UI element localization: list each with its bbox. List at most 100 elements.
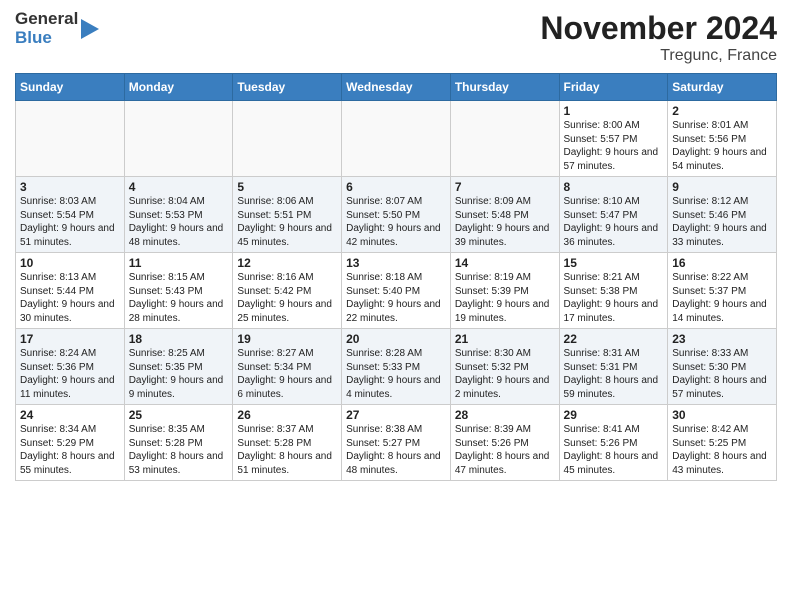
day-info: Sunrise: 8:16 AM Sunset: 5:42 PM Dayligh… — [237, 271, 337, 325]
day-info: Sunrise: 8:04 AM Sunset: 5:53 PM Dayligh… — [129, 195, 229, 249]
day-number: 20 — [346, 332, 446, 346]
weekday-header-thursday: Thursday — [450, 74, 559, 101]
day-info: Sunrise: 8:27 AM Sunset: 5:34 PM Dayligh… — [237, 347, 337, 401]
day-number: 25 — [129, 408, 229, 422]
day-info: Sunrise: 8:19 AM Sunset: 5:39 PM Dayligh… — [455, 271, 555, 325]
calendar-cell: 11Sunrise: 8:15 AM Sunset: 5:43 PM Dayli… — [124, 253, 233, 329]
day-number: 2 — [672, 104, 772, 118]
calendar-cell: 25Sunrise: 8:35 AM Sunset: 5:28 PM Dayli… — [124, 405, 233, 481]
weekday-header-wednesday: Wednesday — [342, 74, 451, 101]
calendar-week-3: 10Sunrise: 8:13 AM Sunset: 5:44 PM Dayli… — [16, 253, 777, 329]
day-number: 19 — [237, 332, 337, 346]
day-info: Sunrise: 8:30 AM Sunset: 5:32 PM Dayligh… — [455, 347, 555, 401]
day-info: Sunrise: 8:37 AM Sunset: 5:28 PM Dayligh… — [237, 423, 337, 477]
calendar-cell: 30Sunrise: 8:42 AM Sunset: 5:25 PM Dayli… — [668, 405, 777, 481]
weekday-header-tuesday: Tuesday — [233, 74, 342, 101]
day-number: 1 — [564, 104, 664, 118]
calendar-cell: 17Sunrise: 8:24 AM Sunset: 5:36 PM Dayli… — [16, 329, 125, 405]
calendar-cell — [16, 101, 125, 177]
day-info: Sunrise: 8:41 AM Sunset: 5:26 PM Dayligh… — [564, 423, 664, 477]
calendar-cell — [342, 101, 451, 177]
calendar-cell: 18Sunrise: 8:25 AM Sunset: 5:35 PM Dayli… — [124, 329, 233, 405]
calendar-week-2: 3Sunrise: 8:03 AM Sunset: 5:54 PM Daylig… — [16, 177, 777, 253]
calendar-cell: 27Sunrise: 8:38 AM Sunset: 5:27 PM Dayli… — [342, 405, 451, 481]
day-info: Sunrise: 8:33 AM Sunset: 5:30 PM Dayligh… — [672, 347, 772, 401]
calendar-cell: 8Sunrise: 8:10 AM Sunset: 5:47 PM Daylig… — [559, 177, 668, 253]
calendar-cell: 28Sunrise: 8:39 AM Sunset: 5:26 PM Dayli… — [450, 405, 559, 481]
day-number: 4 — [129, 180, 229, 194]
day-number: 29 — [564, 408, 664, 422]
calendar-cell: 1Sunrise: 8:00 AM Sunset: 5:57 PM Daylig… — [559, 101, 668, 177]
day-info: Sunrise: 8:31 AM Sunset: 5:31 PM Dayligh… — [564, 347, 664, 401]
calendar-cell: 3Sunrise: 8:03 AM Sunset: 5:54 PM Daylig… — [16, 177, 125, 253]
day-number: 18 — [129, 332, 229, 346]
day-info: Sunrise: 8:39 AM Sunset: 5:26 PM Dayligh… — [455, 423, 555, 477]
calendar-cell: 19Sunrise: 8:27 AM Sunset: 5:34 PM Dayli… — [233, 329, 342, 405]
title-block: November 2024 Tregunc, France — [540, 10, 777, 65]
calendar-week-1: 1Sunrise: 8:00 AM Sunset: 5:57 PM Daylig… — [16, 101, 777, 177]
day-number: 5 — [237, 180, 337, 194]
calendar-cell: 23Sunrise: 8:33 AM Sunset: 5:30 PM Dayli… — [668, 329, 777, 405]
weekday-header-monday: Monday — [124, 74, 233, 101]
day-number: 3 — [20, 180, 120, 194]
day-number: 8 — [564, 180, 664, 194]
calendar-cell: 14Sunrise: 8:19 AM Sunset: 5:39 PM Dayli… — [450, 253, 559, 329]
calendar-cell: 9Sunrise: 8:12 AM Sunset: 5:46 PM Daylig… — [668, 177, 777, 253]
day-info: Sunrise: 8:34 AM Sunset: 5:29 PM Dayligh… — [20, 423, 120, 477]
calendar-cell: 15Sunrise: 8:21 AM Sunset: 5:38 PM Dayli… — [559, 253, 668, 329]
day-info: Sunrise: 8:15 AM Sunset: 5:43 PM Dayligh… — [129, 271, 229, 325]
weekday-header-row: SundayMondayTuesdayWednesdayThursdayFrid… — [16, 74, 777, 101]
day-number: 11 — [129, 256, 229, 270]
day-number: 12 — [237, 256, 337, 270]
calendar-cell — [450, 101, 559, 177]
day-number: 15 — [564, 256, 664, 270]
day-info: Sunrise: 8:10 AM Sunset: 5:47 PM Dayligh… — [564, 195, 664, 249]
calendar-week-4: 17Sunrise: 8:24 AM Sunset: 5:36 PM Dayli… — [16, 329, 777, 405]
day-number: 30 — [672, 408, 772, 422]
calendar-cell: 4Sunrise: 8:04 AM Sunset: 5:53 PM Daylig… — [124, 177, 233, 253]
calendar-cell: 5Sunrise: 8:06 AM Sunset: 5:51 PM Daylig… — [233, 177, 342, 253]
logo: General Blue — [15, 10, 99, 47]
day-info: Sunrise: 8:42 AM Sunset: 5:25 PM Dayligh… — [672, 423, 772, 477]
weekday-header-saturday: Saturday — [668, 74, 777, 101]
page: General Blue November 2024 Tregunc, Fran… — [0, 0, 792, 491]
calendar-table: SundayMondayTuesdayWednesdayThursdayFrid… — [15, 73, 777, 481]
calendar-cell: 7Sunrise: 8:09 AM Sunset: 5:48 PM Daylig… — [450, 177, 559, 253]
calendar-cell: 6Sunrise: 8:07 AM Sunset: 5:50 PM Daylig… — [342, 177, 451, 253]
day-number: 24 — [20, 408, 120, 422]
day-info: Sunrise: 8:25 AM Sunset: 5:35 PM Dayligh… — [129, 347, 229, 401]
calendar-cell: 26Sunrise: 8:37 AM Sunset: 5:28 PM Dayli… — [233, 405, 342, 481]
calendar-cell: 16Sunrise: 8:22 AM Sunset: 5:37 PM Dayli… — [668, 253, 777, 329]
calendar-cell — [233, 101, 342, 177]
calendar-cell: 24Sunrise: 8:34 AM Sunset: 5:29 PM Dayli… — [16, 405, 125, 481]
logo-arrow-icon — [81, 18, 99, 40]
day-info: Sunrise: 8:21 AM Sunset: 5:38 PM Dayligh… — [564, 271, 664, 325]
day-number: 28 — [455, 408, 555, 422]
day-info: Sunrise: 8:18 AM Sunset: 5:40 PM Dayligh… — [346, 271, 446, 325]
day-number: 22 — [564, 332, 664, 346]
day-info: Sunrise: 8:09 AM Sunset: 5:48 PM Dayligh… — [455, 195, 555, 249]
day-info: Sunrise: 8:22 AM Sunset: 5:37 PM Dayligh… — [672, 271, 772, 325]
location-subtitle: Tregunc, France — [540, 47, 777, 65]
day-info: Sunrise: 8:07 AM Sunset: 5:50 PM Dayligh… — [346, 195, 446, 249]
day-number: 6 — [346, 180, 446, 194]
calendar-body: 1Sunrise: 8:00 AM Sunset: 5:57 PM Daylig… — [16, 101, 777, 481]
weekday-header-friday: Friday — [559, 74, 668, 101]
day-number: 23 — [672, 332, 772, 346]
logo-blue: Blue — [15, 29, 78, 48]
weekday-header-sunday: Sunday — [16, 74, 125, 101]
day-info: Sunrise: 8:00 AM Sunset: 5:57 PM Dayligh… — [564, 119, 664, 173]
calendar-cell: 20Sunrise: 8:28 AM Sunset: 5:33 PM Dayli… — [342, 329, 451, 405]
day-info: Sunrise: 8:03 AM Sunset: 5:54 PM Dayligh… — [20, 195, 120, 249]
day-info: Sunrise: 8:24 AM Sunset: 5:36 PM Dayligh… — [20, 347, 120, 401]
calendar-cell: 21Sunrise: 8:30 AM Sunset: 5:32 PM Dayli… — [450, 329, 559, 405]
day-info: Sunrise: 8:12 AM Sunset: 5:46 PM Dayligh… — [672, 195, 772, 249]
header: General Blue November 2024 Tregunc, Fran… — [15, 10, 777, 65]
day-number: 7 — [455, 180, 555, 194]
calendar-cell — [124, 101, 233, 177]
day-number: 27 — [346, 408, 446, 422]
day-number: 26 — [237, 408, 337, 422]
day-number: 13 — [346, 256, 446, 270]
day-number: 17 — [20, 332, 120, 346]
day-number: 16 — [672, 256, 772, 270]
